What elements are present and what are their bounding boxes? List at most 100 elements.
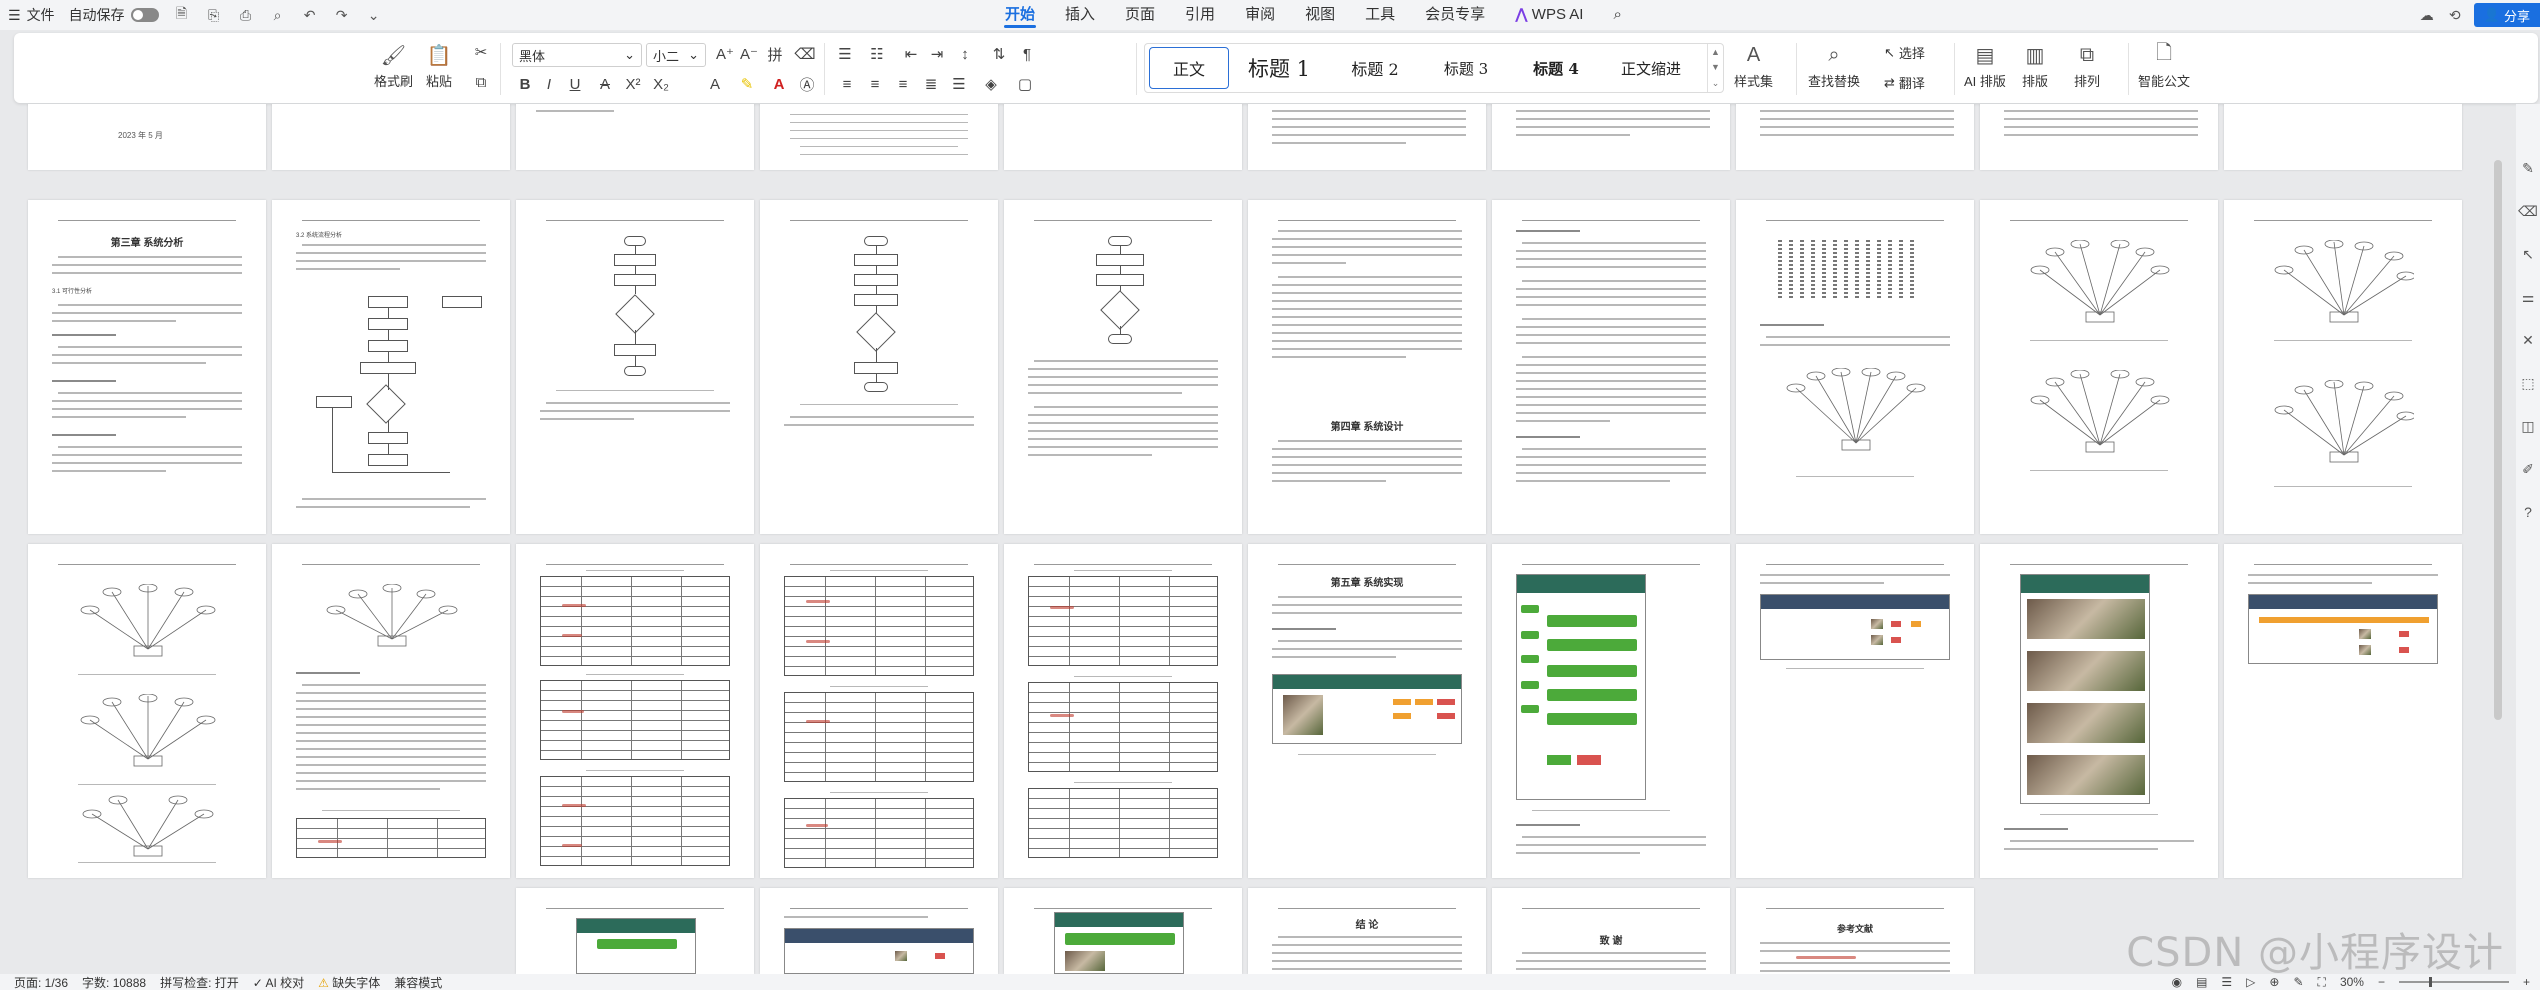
page-thumbnail[interactable]: 致 谢 (1492, 888, 1730, 974)
page-thumbnail[interactable]: 第五章 系统实现 (1248, 544, 1486, 878)
text-effect-icon[interactable]: A (704, 73, 726, 95)
tab-member[interactable]: 会员专享 (1410, 0, 1500, 30)
tab-home[interactable]: 开始 (990, 0, 1050, 30)
cursor-icon[interactable]: ↖ (2522, 246, 2534, 263)
copy-icon[interactable]: ⧉ (470, 71, 492, 93)
autosave-toggle[interactable]: 自动保存 (69, 5, 159, 25)
increase-indent-icon[interactable]: ⇥ (926, 43, 948, 65)
share-button[interactable]: 👤 分享 (2473, 3, 2540, 27)
style-heading-2[interactable]: 标题 2 (1329, 47, 1421, 89)
pen-icon[interactable]: ✎ (2293, 975, 2303, 989)
style-body-indent[interactable]: 正文缩进 (1601, 47, 1701, 89)
page-thumbnail[interactable] (1736, 104, 1974, 170)
shrink-font-icon[interactable]: A⁻ (738, 43, 760, 65)
page-thumbnail[interactable] (1004, 104, 1242, 170)
page-thumbnail[interactable] (1492, 544, 1730, 878)
redo-icon[interactable]: ↷ (333, 6, 351, 24)
font-name-select[interactable]: 黑体 ⌄ (512, 43, 642, 67)
bullet-list-icon[interactable]: ☰ (834, 43, 856, 65)
page-thumbnail[interactable] (760, 104, 998, 170)
fit-icon[interactable]: ⛶ (2318, 975, 2326, 990)
page-thumbnail[interactable] (516, 888, 754, 974)
document-canvas[interactable]: 2023 年 5 月 第三章 系统分析 3.1 可行性分析 3.2 系统流程分析… (0, 104, 2540, 974)
select-button[interactable]: ↖ 选择 (1884, 43, 1925, 62)
save-icon[interactable]: 🗎 (173, 5, 191, 24)
page-thumbnail[interactable] (1492, 104, 1730, 170)
tab-view[interactable]: 视图 (1290, 0, 1350, 30)
zoom-in-icon[interactable]: + (2523, 975, 2530, 989)
file-menu-button[interactable]: ☰ 文件 (8, 5, 55, 25)
paste-button[interactable]: 📋 粘贴 (426, 43, 452, 90)
outline-view-icon[interactable]: ☰ (2221, 975, 2232, 989)
style-heading-1[interactable]: 标题 1 (1229, 47, 1329, 89)
superscript-icon[interactable]: X² (622, 73, 644, 95)
vertical-scrollbar[interactable] (2494, 160, 2502, 760)
zoom-slider[interactable] (2398, 977, 2509, 987)
eye-icon[interactable]: ◉ (2172, 975, 2182, 989)
clear-format-icon[interactable]: ⌫ (794, 43, 816, 65)
page-thumbnail[interactable] (272, 104, 510, 170)
print-preview-icon[interactable]: ⌕ (269, 6, 287, 24)
align-left-icon[interactable]: ≡ (836, 73, 858, 95)
tab-page[interactable]: 页面 (1110, 0, 1170, 30)
underline-icon[interactable]: U (564, 73, 586, 95)
align-center-icon[interactable]: ≡ (864, 73, 886, 95)
style-normal[interactable]: 正文 (1149, 47, 1229, 89)
page-thumbnail[interactable]: 2023 年 5 月 (28, 104, 266, 170)
pen-icon[interactable]: ✎ (2522, 160, 2534, 177)
grow-font-icon[interactable]: A⁺ (714, 43, 736, 65)
scrollbar-thumb[interactable] (2494, 160, 2502, 720)
help-icon[interactable]: ? (2524, 504, 2532, 520)
pinyin-icon[interactable]: 拼 (764, 43, 786, 65)
history-icon[interactable]: ⟲ (2446, 6, 2464, 24)
page-thumbnail[interactable] (516, 544, 754, 878)
shading-icon[interactable]: ◈ (980, 73, 1002, 95)
page-thumbnail[interactable]: 3.2 系统流程分析 (272, 200, 510, 534)
undo-icon[interactable]: ↶ (301, 6, 319, 24)
font-color-icon[interactable]: A (768, 73, 790, 95)
page-thumbnail[interactable] (1004, 544, 1242, 878)
eraser-icon[interactable]: ⌫ (2518, 203, 2538, 220)
word-count[interactable]: 字数: 10888 (82, 974, 146, 990)
char-shading-icon[interactable]: Ⓐ (796, 73, 818, 95)
page-thumbnail[interactable] (2224, 544, 2462, 878)
page-thumbnail[interactable] (516, 104, 754, 170)
tools-icon[interactable]: ✕ (2522, 332, 2534, 349)
sort-icon[interactable]: ⇅ (988, 43, 1010, 65)
edit-icon[interactable]: ✐ (2522, 461, 2534, 478)
page-thumbnail[interactable] (2224, 104, 2462, 170)
font-size-select[interactable]: 小二 ⌄ (646, 43, 706, 67)
page-thumbnail[interactable] (1736, 200, 1974, 534)
subscript-icon[interactable]: X₂ (650, 73, 672, 95)
style-scroll[interactable]: ▲ ▼ ⌄ (1707, 44, 1723, 92)
search-button[interactable]: ⌕ (1598, 0, 1636, 30)
tab-reference[interactable]: 引用 (1170, 0, 1230, 30)
map-icon[interactable]: ⬚ (2521, 375, 2534, 392)
page-thumbnail[interactable] (1004, 888, 1242, 974)
tab-wps-ai[interactable]: ⋀ WPS AI (1500, 0, 1598, 30)
arrange-button[interactable]: ⧉ 排列 (2074, 43, 2100, 90)
page-thumbnail[interactable] (760, 200, 998, 534)
toggle-switch-icon[interactable] (130, 8, 159, 22)
strikethrough-icon[interactable]: A (594, 73, 616, 95)
export-pdf-icon[interactable]: ⎘ (205, 6, 223, 24)
bold-icon[interactable]: B (514, 73, 536, 95)
page-thumbnail[interactable] (2224, 200, 2462, 534)
page-thumbnail[interactable] (760, 888, 998, 974)
sliders-icon[interactable]: ⚌ (2522, 289, 2535, 306)
tab-review[interactable]: 审阅 (1230, 0, 1290, 30)
find-replace-button[interactable]: ⌕ 查找替换 (1808, 43, 1860, 90)
expand-icon[interactable]: ⌄ (1712, 78, 1720, 89)
page-thumbnail[interactable] (1248, 104, 1486, 170)
page-thumbnail[interactable] (1736, 544, 1974, 878)
page-thumbnail[interactable] (1980, 544, 2218, 878)
tab-insert[interactable]: 插入 (1050, 0, 1110, 30)
show-marks-icon[interactable]: ¶ (1016, 43, 1038, 65)
spell-check-status[interactable]: 拼写检查: 打开 (160, 974, 239, 990)
page-thumbnail[interactable] (1980, 200, 2218, 534)
justify-icon[interactable]: ≣ (920, 73, 942, 95)
align-right-icon[interactable]: ≡ (892, 73, 914, 95)
style-heading-4[interactable]: 标题 4 (1511, 47, 1601, 89)
page-thumbnail[interactable]: 参考文献 (1736, 888, 1974, 974)
chevron-down-icon[interactable]: ⌄ (365, 6, 383, 24)
